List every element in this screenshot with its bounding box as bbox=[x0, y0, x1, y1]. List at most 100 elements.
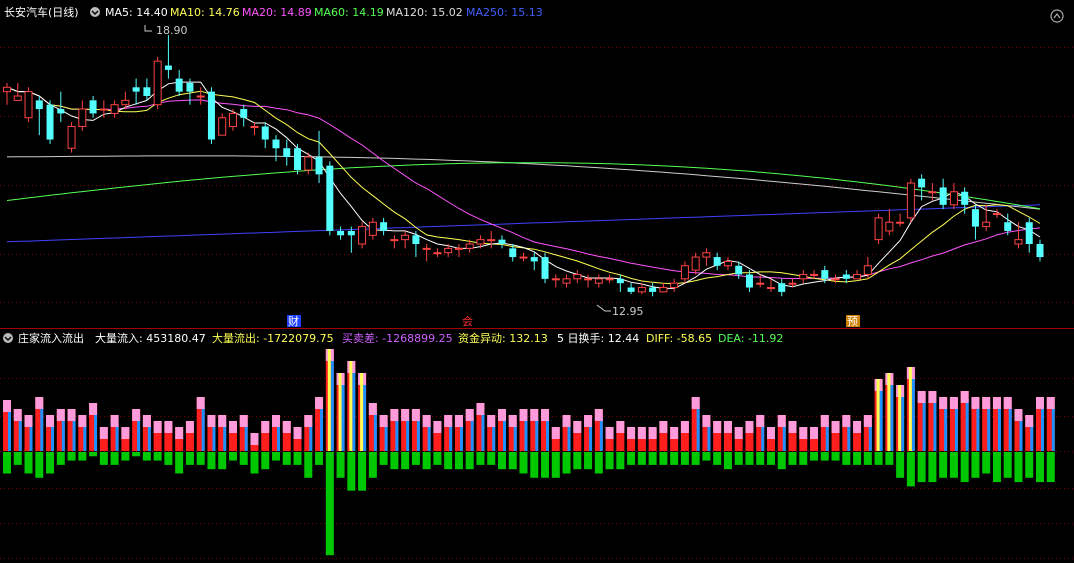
inflow-top-segment bbox=[1036, 397, 1044, 409]
inflow-top-segment bbox=[648, 427, 657, 439]
outflow-bar bbox=[272, 452, 281, 461]
forecast-marker[interactable]: 预 bbox=[846, 315, 860, 328]
inflow-blue-segment bbox=[147, 423, 151, 451]
candle-up bbox=[788, 282, 797, 285]
inflow-blue-segment bbox=[546, 417, 550, 451]
inflow-top-segment bbox=[465, 409, 474, 421]
settings-icon[interactable] bbox=[90, 7, 100, 17]
inflow-blue-segment bbox=[395, 417, 399, 451]
candlestick-series bbox=[3, 35, 1044, 297]
inflow-blue-segment bbox=[29, 423, 33, 451]
candle-up bbox=[896, 221, 905, 224]
inflow-top-segment bbox=[78, 415, 87, 427]
inflow-yellow-segment bbox=[876, 379, 880, 451]
inflow-top-segment bbox=[379, 415, 388, 427]
candle-down bbox=[745, 274, 753, 288]
candle-down bbox=[380, 222, 388, 231]
outflow-bar bbox=[3, 452, 11, 474]
inflow-blue-segment bbox=[18, 417, 22, 451]
financial-report-marker[interactable]: 财 bbox=[287, 314, 301, 328]
outflow-bar bbox=[347, 452, 356, 491]
outflow-bar bbox=[78, 452, 87, 461]
marker-hui-label: 会 bbox=[462, 315, 473, 328]
candle-up bbox=[853, 273, 862, 280]
outflow-bar bbox=[411, 452, 420, 465]
outflow-bar bbox=[325, 452, 334, 556]
marker-yu-label: 预 bbox=[847, 315, 858, 328]
candle-down bbox=[347, 230, 355, 236]
inflow-top-segment bbox=[497, 409, 506, 421]
inflow-top-segment bbox=[142, 415, 151, 427]
indicator-settings-icon[interactable] bbox=[3, 333, 13, 343]
candle-down bbox=[186, 82, 194, 92]
inflow-top-segment bbox=[1014, 409, 1023, 421]
inflow-blue-segment bbox=[212, 423, 216, 451]
outflow-bar bbox=[390, 452, 399, 470]
inflow-blue-segment bbox=[406, 417, 410, 451]
candle-down bbox=[283, 148, 291, 157]
candle-up bbox=[153, 60, 162, 106]
candle-up bbox=[1014, 239, 1023, 245]
inflow-top-segment bbox=[680, 421, 689, 433]
candle-down bbox=[530, 257, 538, 262]
candle-down bbox=[1036, 244, 1044, 258]
expand-icon[interactable] bbox=[1050, 9, 1064, 23]
candle-up bbox=[13, 95, 22, 101]
inflow-blue-segment bbox=[944, 405, 948, 451]
candle-down bbox=[57, 109, 65, 114]
outflow-bar bbox=[702, 452, 711, 461]
candle-down bbox=[713, 257, 721, 266]
inflow-top-segment bbox=[960, 391, 969, 403]
inflow-top-segment bbox=[24, 415, 33, 427]
outflow-bar bbox=[35, 452, 44, 478]
outflow-bar bbox=[648, 452, 657, 465]
outflow-bar bbox=[1036, 452, 1044, 483]
meeting-marker[interactable]: 会 bbox=[462, 315, 473, 328]
ma250-readout: MA250: 15.13 bbox=[466, 6, 543, 19]
inflow-top-segment bbox=[228, 421, 237, 433]
candle-down bbox=[132, 87, 140, 92]
inflow-top-segment bbox=[433, 421, 442, 433]
outflow-bar bbox=[928, 452, 937, 483]
inflow-top-segment bbox=[702, 415, 711, 427]
inflow-top-segment bbox=[659, 421, 668, 433]
outflow-bar bbox=[465, 452, 474, 470]
inflow-top-segment bbox=[99, 427, 108, 439]
outflow-bar bbox=[358, 452, 367, 491]
candle-down bbox=[412, 235, 420, 244]
candle-down bbox=[498, 239, 506, 244]
candle-up bbox=[928, 191, 937, 194]
inflow-blue-segment bbox=[330, 357, 334, 451]
inflow-blue-segment bbox=[223, 423, 227, 451]
inflow-top-segment bbox=[132, 409, 141, 421]
inflow-blue-segment bbox=[567, 423, 571, 451]
inflow-top-segment bbox=[917, 391, 926, 403]
outflow-bar bbox=[24, 452, 33, 474]
inflow-top-segment bbox=[928, 391, 937, 403]
candle-up bbox=[454, 247, 463, 250]
inflow-top-segment bbox=[261, 421, 270, 433]
outflow-bar bbox=[110, 452, 119, 465]
outflow-bar bbox=[99, 452, 108, 465]
inflow-blue-segment bbox=[363, 381, 367, 451]
outflow-bar bbox=[46, 452, 55, 474]
inflow-top-segment bbox=[239, 415, 248, 427]
outflow-bar bbox=[541, 452, 550, 478]
candle-up bbox=[562, 278, 571, 284]
outflow-bar bbox=[885, 452, 894, 465]
inflow-top-segment bbox=[46, 415, 55, 427]
inflow-top-segment bbox=[196, 397, 205, 409]
outflow-bar bbox=[89, 452, 98, 457]
outflow-bar bbox=[820, 452, 829, 461]
outflow-bar bbox=[454, 452, 463, 470]
inflow-top-segment bbox=[13, 409, 22, 421]
indicator-name: 庄家流入流出 bbox=[18, 331, 84, 345]
outflow-bar bbox=[949, 452, 958, 478]
stock-chart[interactable]: 长安汽车(日线) MA5: 14.40 MA10: 14.76 MA20: 14… bbox=[0, 0, 1074, 563]
outflow-bar bbox=[142, 452, 151, 461]
inflow-yellow-segment bbox=[360, 373, 364, 451]
inflow-blue-segment bbox=[83, 423, 87, 451]
candle-up bbox=[756, 282, 765, 285]
outflow-bar bbox=[336, 452, 345, 478]
inflow-blue-segment bbox=[599, 417, 603, 451]
